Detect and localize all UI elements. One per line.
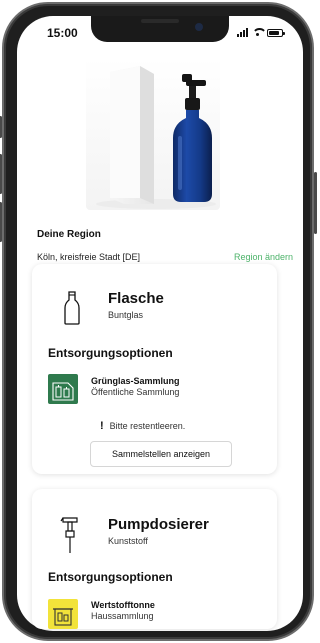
pump-dispenser-icon bbox=[60, 517, 78, 553]
power-button bbox=[314, 172, 317, 234]
component-material: Buntglas bbox=[108, 310, 144, 320]
status-icons bbox=[237, 27, 285, 37]
disposal-option-subtitle: Öffentliche Sammlung bbox=[91, 387, 180, 397]
front-camera bbox=[195, 23, 203, 31]
region-value: Köln, kreisfreie Stadt [DE] bbox=[37, 252, 141, 262]
battery-icon bbox=[267, 29, 285, 37]
volume-up-button bbox=[0, 154, 2, 194]
disposal-option-title: Grünglas-Sammlung bbox=[91, 376, 180, 386]
speaker-grille bbox=[141, 19, 179, 23]
mute-switch bbox=[0, 116, 2, 138]
component-title: Flasche bbox=[108, 290, 164, 307]
disposal-options-heading: Entsorgungsoptionen bbox=[48, 570, 173, 584]
component-card: Pumpdosierer Kunststoff Entsorgungsoptio… bbox=[32, 489, 277, 629]
wifi-icon bbox=[252, 28, 267, 37]
disposal-option-title: Wertstofftonne bbox=[91, 600, 155, 610]
component-card: Flasche Buntglas Entsorgungsoptionen Grü… bbox=[32, 264, 277, 474]
component-material: Kunststoff bbox=[108, 536, 148, 546]
disposal-options-heading: Entsorgungsoptionen bbox=[48, 346, 173, 360]
product-photo-illustration bbox=[86, 58, 220, 210]
disposal-hint: ! Bitte restentleeren. bbox=[100, 420, 185, 432]
glass-container-icon bbox=[48, 374, 78, 404]
exclamation-icon: ! bbox=[100, 420, 104, 432]
region-label: Deine Region bbox=[37, 229, 101, 240]
bottle-icon bbox=[64, 291, 80, 325]
notch bbox=[91, 16, 229, 42]
disposal-hint-text: Bitte restentleeren. bbox=[109, 421, 186, 431]
volume-down-button bbox=[0, 202, 2, 242]
change-region-link[interactable]: Region ändern bbox=[234, 252, 293, 262]
yellow-bin-icon bbox=[48, 599, 78, 629]
show-collection-points-button[interactable]: Sammelstellen anzeigen bbox=[90, 441, 232, 467]
signal-icon bbox=[237, 28, 248, 37]
disposal-option-subtitle: Haussammlung bbox=[91, 611, 154, 621]
product-image bbox=[86, 58, 220, 210]
status-time: 15:00 bbox=[47, 26, 78, 40]
component-title: Pumpdosierer bbox=[108, 516, 209, 533]
